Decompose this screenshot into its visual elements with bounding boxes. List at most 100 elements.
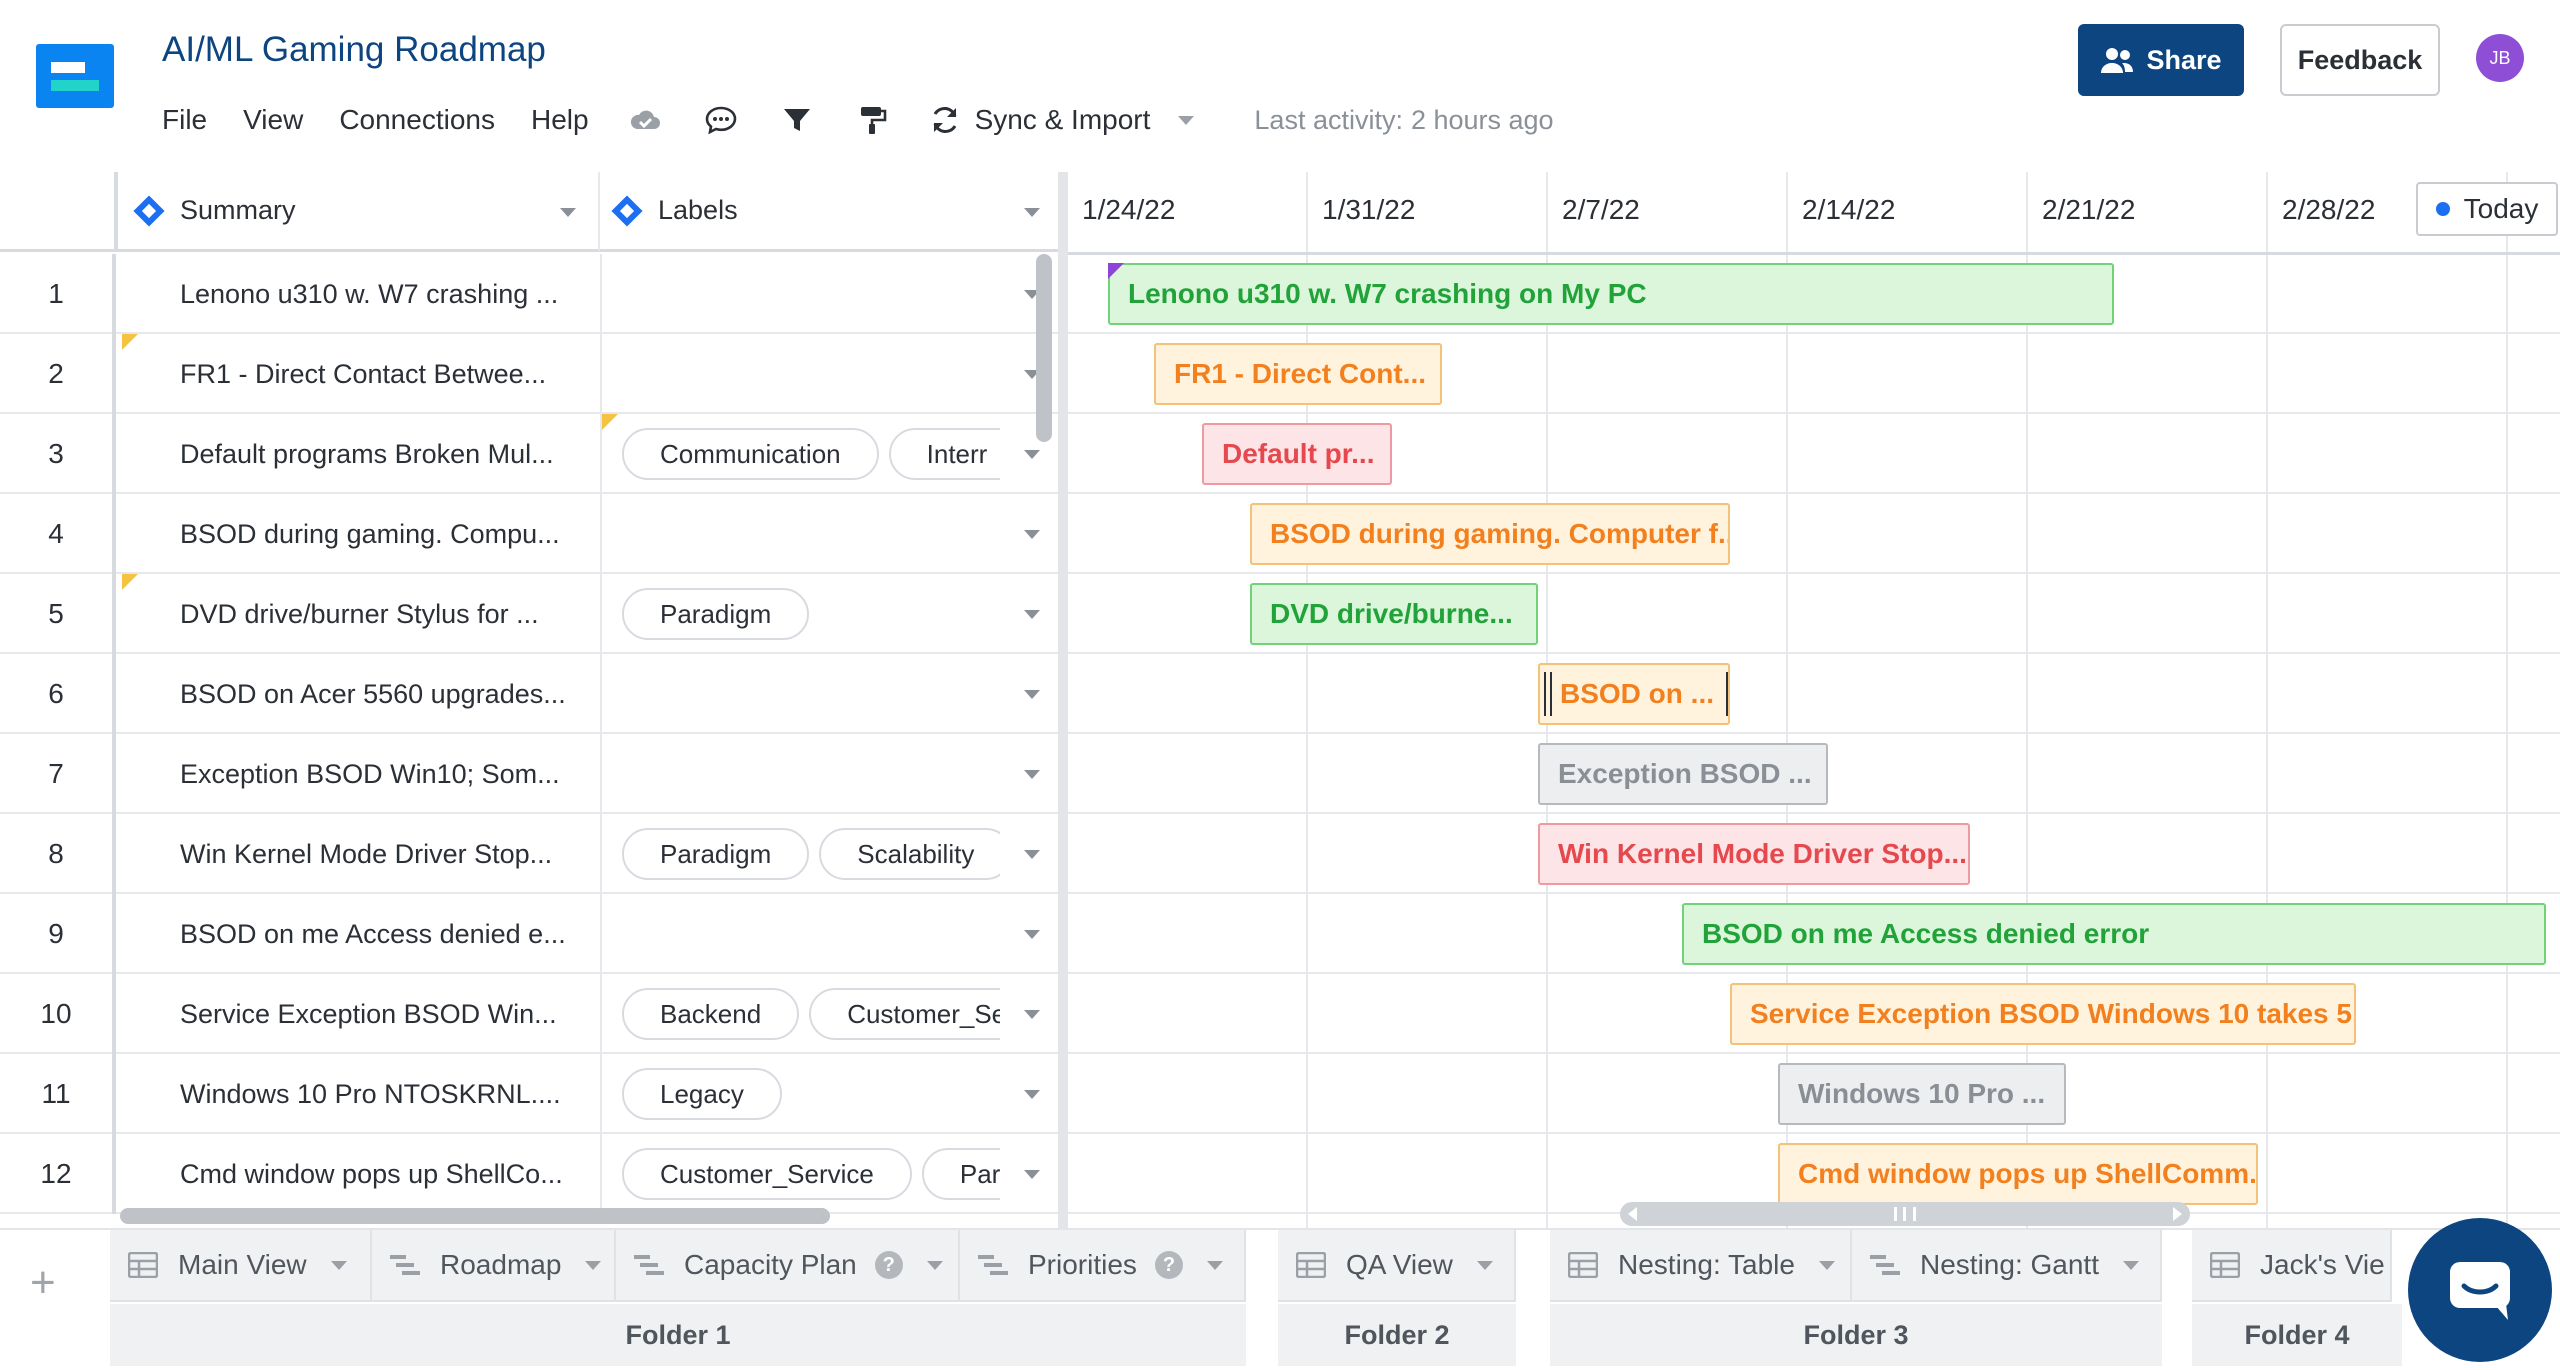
row-number[interactable]: 1 — [0, 254, 116, 334]
today-button[interactable]: Today — [2416, 182, 2558, 236]
table-row[interactable]: 9 BSOD on me Access denied e... — [0, 894, 1062, 974]
arrow-right-icon[interactable] — [2173, 1207, 2182, 1221]
labels-column-header[interactable]: Labels — [600, 172, 1062, 252]
labels-cell[interactable] — [600, 334, 1000, 414]
table-row[interactable]: 10 Service Exception BSOD Win... Backend Cu… — [0, 974, 1062, 1054]
table-row[interactable]: 5 DVD drive/burner Stylus for ... Paradigm — [0, 574, 1062, 654]
summary-cell[interactable]: Cmd window pops up ShellCo... — [180, 1134, 590, 1214]
labels-cell[interactable]: Legacy — [600, 1054, 1000, 1134]
table-row[interactable]: 8 Win Kernel Mode Driver Stop... Paradigm S… — [0, 814, 1062, 894]
gantt-bar[interactable]: Lenono u310 w. W7 crashing on My PC — [1108, 263, 2114, 325]
summary-cell[interactable]: Default programs Broken Mul... — [180, 414, 590, 494]
view-folder[interactable]: Folder 2 — [1278, 1304, 1516, 1366]
row-number[interactable]: 2 — [0, 334, 116, 414]
label-chip[interactable]: Legacy — [622, 1068, 782, 1120]
summary-cell[interactable]: BSOD on me Access denied e... — [180, 894, 590, 974]
chevron-down-icon[interactable] — [560, 208, 576, 217]
chevron-down-icon[interactable] — [1024, 690, 1040, 699]
row-number[interactable]: 4 — [0, 494, 116, 574]
chevron-down-icon[interactable] — [1178, 115, 1195, 125]
row-number[interactable]: 3 — [0, 414, 116, 494]
view-tab[interactable]: Jack's Vie — [2192, 1230, 2392, 1302]
chevron-down-icon[interactable] — [1476, 1260, 1493, 1270]
gantt-bar[interactable]: BSOD on ... — [1538, 663, 1730, 725]
add-view-button[interactable]: + — [30, 1258, 56, 1308]
table-row[interactable]: 2 FR1 - Direct Contact Betwee... — [0, 334, 1062, 414]
labels-cell[interactable]: Paradigm — [600, 574, 1000, 654]
horizontal-scrollbar[interactable] — [120, 1208, 830, 1224]
chevron-down-icon[interactable] — [1024, 770, 1040, 779]
row-number[interactable]: 6 — [0, 654, 116, 734]
view-tab[interactable]: Priorities? — [960, 1230, 1246, 1302]
chat-support-button[interactable] — [2408, 1218, 2552, 1362]
view-tab[interactable]: QA View — [1278, 1230, 1516, 1302]
chevron-down-icon[interactable] — [1024, 1170, 1040, 1179]
row-number[interactable]: 9 — [0, 894, 116, 974]
gantt-bar[interactable]: DVD drive/burne... — [1250, 583, 1538, 645]
arrow-left-icon[interactable] — [1628, 1207, 1637, 1221]
label-chip[interactable]: Par — [921, 1148, 1000, 1200]
labels-cell[interactable]: Backend Customer_Se — [600, 974, 1000, 1054]
row-number[interactable]: 8 — [0, 814, 116, 894]
view-folder[interactable]: Folder 4 — [2192, 1304, 2402, 1366]
labels-cell[interactable]: Customer_Service Par — [600, 1134, 1000, 1214]
view-tab[interactable]: Nesting: Table — [1550, 1230, 1852, 1302]
summary-cell[interactable]: Exception BSOD Win10; Som... — [180, 734, 590, 814]
summary-cell[interactable]: Lenono u310 w. W7 crashing ... — [180, 254, 590, 334]
table-row[interactable]: 6 BSOD on Acer 5560 upgrades... — [0, 654, 1062, 734]
labels-cell[interactable] — [600, 654, 1000, 734]
filter-icon[interactable] — [777, 102, 817, 138]
app-logo[interactable] — [36, 44, 114, 108]
help-icon[interactable]: ? — [874, 1251, 903, 1279]
comment-flag-icon[interactable] — [122, 334, 138, 350]
gantt-bar[interactable]: Default pr... — [1202, 423, 1392, 485]
row-number[interactable]: 7 — [0, 734, 116, 814]
chevron-down-icon[interactable] — [1818, 1260, 1835, 1270]
gantt-bar[interactable]: Exception BSOD ... — [1538, 743, 1828, 805]
labels-cell[interactable] — [600, 894, 1000, 974]
menu-connections[interactable]: Connections — [339, 104, 495, 136]
summary-cell[interactable]: Service Exception BSOD Win... — [180, 974, 590, 1054]
pane-divider[interactable] — [1058, 172, 1068, 1228]
labels-cell[interactable] — [600, 254, 1000, 334]
label-chip[interactable]: Scalability — [819, 828, 1000, 880]
row-number[interactable]: 11 — [0, 1054, 116, 1134]
paint-roller-icon[interactable] — [853, 102, 893, 138]
label-chip[interactable]: Customer_Se — [809, 988, 1000, 1040]
grip-icon[interactable] — [1894, 1207, 1916, 1221]
label-chip[interactable]: Interr — [888, 428, 1000, 480]
label-chip[interactable]: Paradigm — [622, 828, 810, 880]
summary-cell[interactable]: BSOD during gaming. Compu... — [180, 494, 590, 574]
menu-file[interactable]: File — [162, 104, 207, 136]
label-chip[interactable]: Communication — [622, 428, 879, 480]
labels-cell[interactable] — [600, 494, 1000, 574]
table-row[interactable]: 3 Default programs Broken Mul... Communica… — [0, 414, 1062, 494]
labels-cell[interactable]: Communication Interr — [600, 414, 1000, 494]
vertical-scrollbar[interactable] — [1036, 254, 1052, 442]
chevron-down-icon[interactable] — [1024, 1090, 1040, 1099]
summary-cell[interactable]: Win Kernel Mode Driver Stop... — [180, 814, 590, 894]
comment-flag-icon[interactable] — [1108, 263, 1124, 279]
table-row[interactable]: 11 Windows 10 Pro NTOSKRNL.... Legacy — [0, 1054, 1062, 1134]
view-folder[interactable]: Folder 3 — [1550, 1304, 2162, 1366]
chevron-down-icon[interactable] — [2122, 1260, 2139, 1270]
gantt-bar[interactable]: Cmd window pops up ShellComm... — [1778, 1143, 2258, 1205]
chevron-down-icon[interactable] — [926, 1260, 943, 1270]
gantt-bar[interactable]: FR1 - Direct Cont... — [1154, 343, 1442, 405]
label-chip[interactable]: Customer_Service — [622, 1148, 912, 1200]
comment-icon[interactable] — [701, 102, 741, 138]
summary-cell[interactable]: Windows 10 Pro NTOSKRNL.... — [180, 1054, 590, 1134]
row-number[interactable]: 5 — [0, 574, 116, 654]
resize-handle-left[interactable] — [1544, 672, 1552, 716]
summary-column-header[interactable]: Summary — [118, 172, 600, 252]
chevron-down-icon[interactable] — [1024, 930, 1040, 939]
chevron-down-icon[interactable] — [1024, 450, 1040, 459]
chevron-down-icon[interactable] — [1024, 850, 1040, 859]
row-number[interactable]: 12 — [0, 1134, 116, 1214]
label-chip[interactable]: Paradigm — [622, 588, 810, 640]
chevron-down-icon[interactable] — [1206, 1260, 1223, 1270]
avatar[interactable]: JB — [2476, 34, 2524, 82]
feedback-button[interactable]: Feedback — [2280, 24, 2440, 96]
chevron-down-icon[interactable] — [1024, 530, 1040, 539]
sync-import-button[interactable]: Sync & Import — [929, 104, 1195, 136]
